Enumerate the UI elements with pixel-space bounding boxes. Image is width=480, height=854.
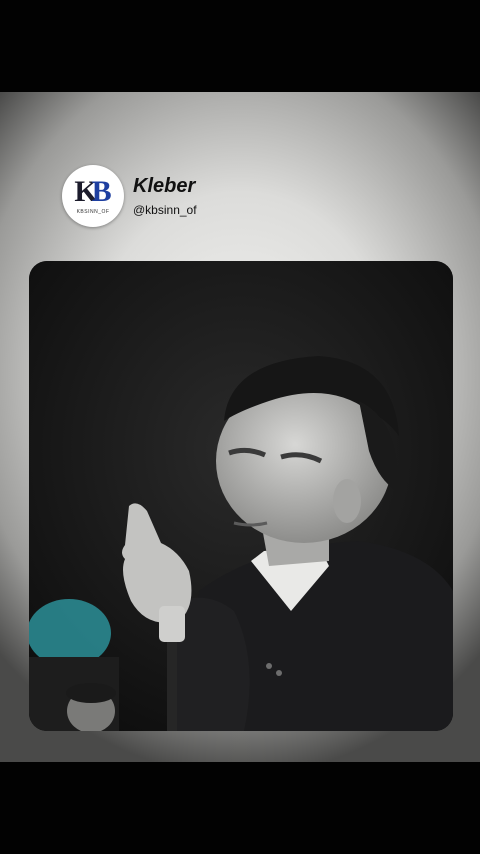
speaker-photo — [29, 261, 453, 731]
speaker-photo-illustration — [29, 261, 453, 731]
avatar[interactable]: KB KBSINN_OF — [62, 165, 124, 227]
kb-logo: KB — [74, 174, 111, 208]
display-name: Kleber — [133, 175, 196, 197]
logo-subtext: KBSINN_OF — [76, 208, 110, 215]
top-letterbox-bar — [0, 0, 480, 92]
profile-header[interactable]: KB KBSINN_OF Kleber @kbsinn_of — [62, 165, 197, 227]
bottom-letterbox-bar — [0, 762, 480, 854]
username-handle: @kbsinn_of — [133, 203, 197, 217]
